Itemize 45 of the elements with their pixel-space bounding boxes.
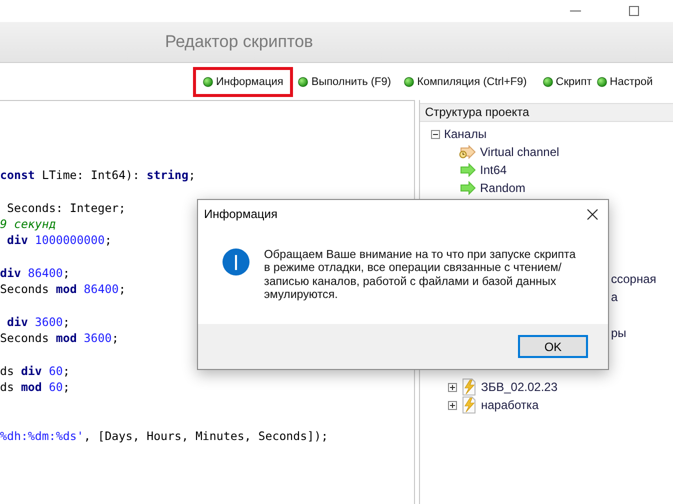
toolbar-button[interactable]: Выполнить (F9) <box>293 66 396 96</box>
lightning-document-icon <box>461 378 477 396</box>
arrow-icon <box>458 181 476 196</box>
dialog-message: Обращаем Ваше внимание на то что при запуске скрипта в режиме отладки, все операции связанные с чтением/записью каналов, работой с файлами и базой данных эмулируются. <box>264 248 577 302</box>
tree-item[interactable]: ссорная <box>611 272 656 286</box>
tree-item[interactable]: Virtual channel <box>480 145 560 160</box>
tree-item[interactable]: Random <box>480 181 526 196</box>
code-line: Seconds: Integer; <box>6 200 126 216</box>
maximize-icon[interactable] <box>629 6 639 16</box>
channel-clock-icon <box>458 145 476 160</box>
code-line: %dh:%dm:%ds', [Days, Hours, Minutes, Seconds]); <box>0 428 328 444</box>
code-line: 9 секунд <box>0 216 56 232</box>
code-line: Seconds mod 3600; <box>0 330 119 346</box>
expand-icon[interactable] <box>448 382 457 392</box>
tree-item[interactable]: Int64 <box>480 163 507 178</box>
toolbar-button[interactable]: Компиляция (Ctrl+F9) <box>399 66 532 96</box>
arrow-icon <box>458 163 476 178</box>
collapse-icon[interactable] <box>431 130 440 139</box>
minimize-icon[interactable] <box>570 10 581 12</box>
close-icon[interactable] <box>587 208 598 220</box>
status-dot-icon <box>203 76 213 86</box>
window-title: Редактор скриптов <box>165 32 314 52</box>
code-line: div 3600; <box>6 314 70 330</box>
code-line: const LTime: Int64): string; <box>0 167 196 184</box>
code-line: ds mod 60; <box>0 378 70 396</box>
lightning-document-icon <box>461 396 477 414</box>
tree-item[interactable]: наработка <box>481 398 539 412</box>
status-dot-icon <box>404 76 414 86</box>
ok-button[interactable]: OK <box>518 335 588 358</box>
code-line: Seconds mod 86400; <box>0 281 126 298</box>
code-line: div 86400; <box>0 264 70 282</box>
expand-icon[interactable] <box>448 400 457 410</box>
code-line: div 1000000000; <box>6 232 112 248</box>
tree-item[interactable]: ры <box>611 326 626 340</box>
status-dot-icon <box>298 76 308 86</box>
toolbar-button[interactable]: Информация <box>193 66 294 96</box>
code-line: ds div 60; <box>0 362 70 379</box>
info-icon <box>222 248 250 276</box>
dialog-title: Информация <box>204 207 278 221</box>
status-dot-icon <box>596 76 607 86</box>
tree-item[interactable]: ЗБВ_02.02.23 <box>481 380 558 394</box>
tree-item[interactable]: Каналы <box>444 127 487 142</box>
status-dot-icon <box>542 76 553 86</box>
panel-title: Структура проекта <box>420 103 673 122</box>
tree-item[interactable]: а <box>611 290 618 304</box>
